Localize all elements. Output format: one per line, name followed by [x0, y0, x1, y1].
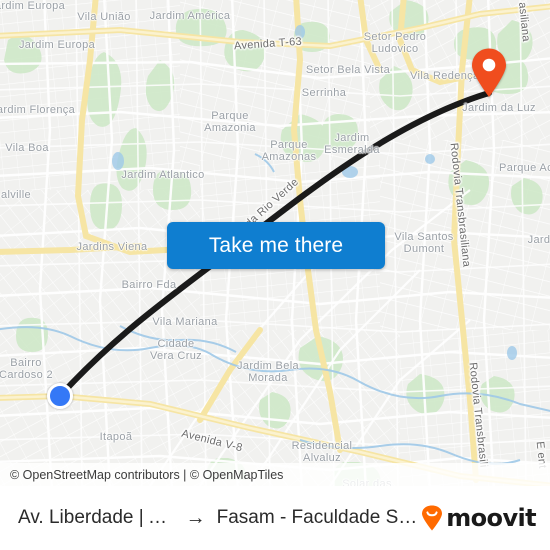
route-destination-label: Fasam - Faculdade Sul-Am...: [216, 507, 422, 528]
take-me-there-button[interactable]: Take me there: [167, 222, 385, 269]
moovit-trip-preview: ardim Europa Vila União Jardim América Seto…: [0, 0, 550, 550]
destination-pin-marker[interactable]: [470, 48, 508, 98]
take-me-there-label: Take me there: [208, 233, 344, 257]
moovit-logo[interactable]: moovit: [421, 504, 537, 532]
origin-dot-marker[interactable]: [47, 383, 73, 409]
map-canvas[interactable]: ardim Europa Vila União Jardim América Seto…: [0, 0, 550, 486]
moovit-wordmark: moovit: [446, 504, 536, 532]
route-summary[interactable]: Av. Liberdade | Anel ... → Fasam - Facul…: [18, 507, 421, 529]
moovit-pin-icon: [422, 505, 443, 531]
trip-footer-bar: Av. Liberdade | Anel ... → Fasam - Facul…: [0, 486, 550, 550]
route-origin-label: Av. Liberdade | Anel ...: [18, 507, 175, 528]
arrow-right-icon: →: [185, 507, 206, 529]
